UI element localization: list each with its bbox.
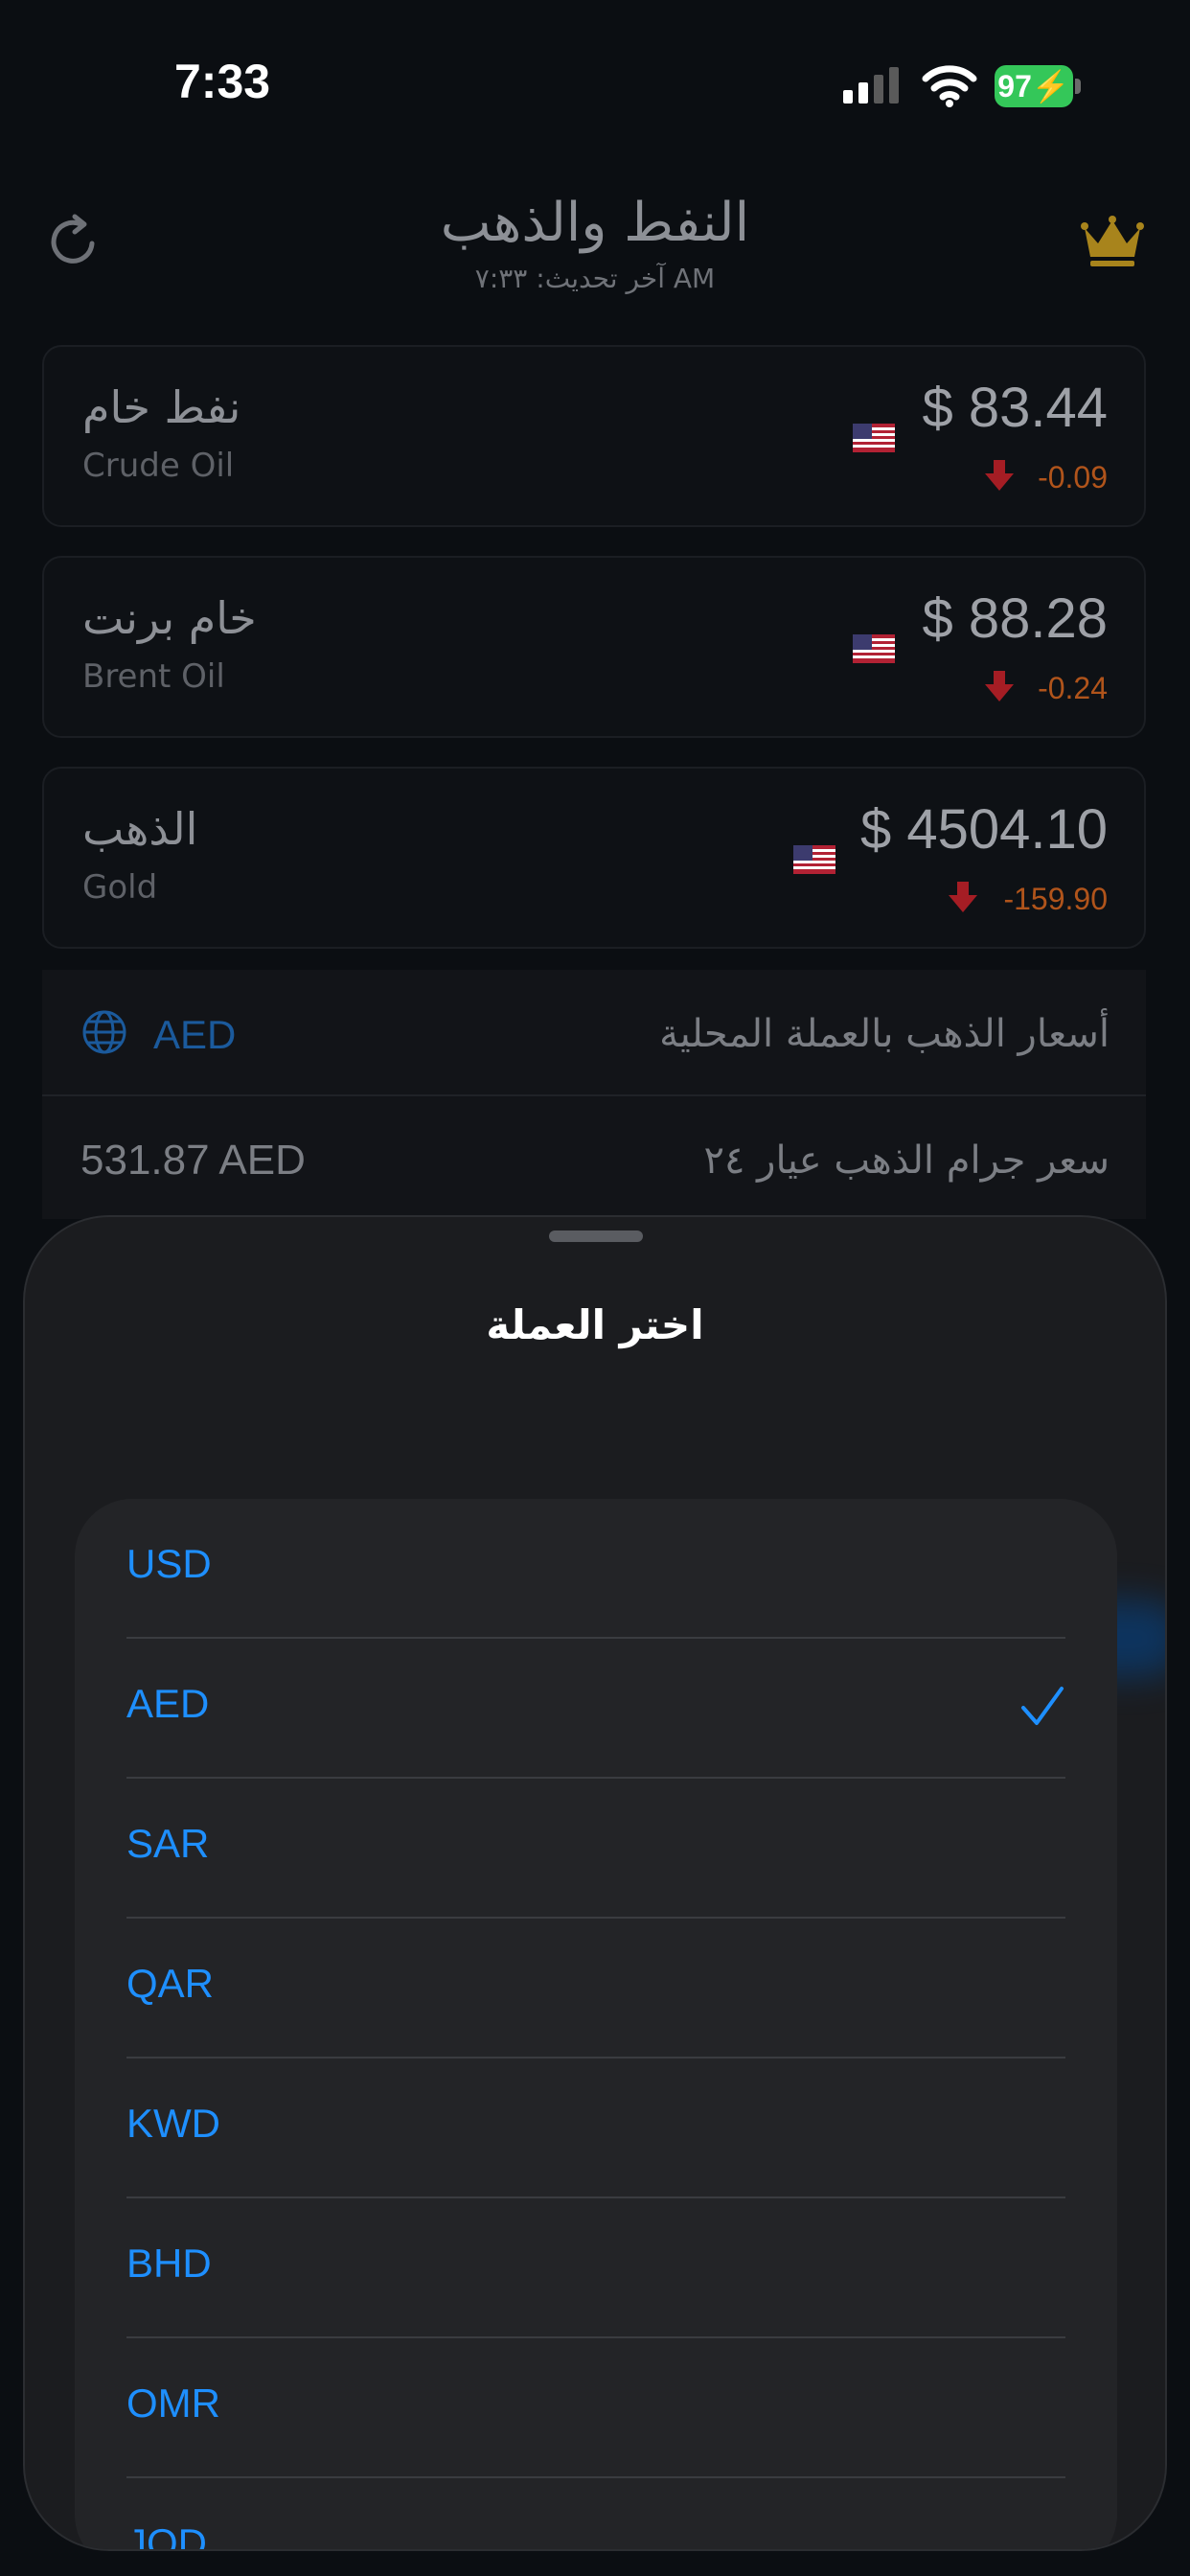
currency-code: USD [126,1541,212,1586]
commodity-arabic-name: الذهب [82,803,198,855]
currency-option-jod[interactable]: JOD [75,2478,1117,2551]
battery-level: 97 [997,68,1032,104]
commodity-change: -159.90 [1003,882,1108,916]
down-arrow-icon [985,671,1014,702]
commodity-card-brent-oil[interactable]: خام برنت Brent Oil $ 88.28 -0.24 [42,556,1146,738]
status-time: 7:33 [174,55,271,108]
currency-picker-sheet: اختر العملة USD AED SAR QAR KWD BHD OMR … [23,1215,1167,2551]
crown-icon[interactable] [1081,215,1144,268]
commodity-english-name: Crude Oil [82,447,235,485]
currency-code: SAR [126,1821,210,1866]
charging-icon: ⚡ [1031,69,1070,104]
currency-option-bhd[interactable]: BHD [75,2198,1117,2338]
wifi-icon [922,65,977,107]
battery-cap [1075,79,1081,94]
currency-option-qar[interactable]: QAR [75,1919,1117,2058]
us-flag-icon [853,634,895,663]
commodity-change: -0.24 [1038,671,1108,705]
checkmark-icon [1021,1687,1064,1725]
commodity-english-name: Brent Oil [82,657,225,696]
currency-option-sar[interactable]: SAR [75,1779,1117,1919]
page-title: النفط والذهب [440,192,750,254]
currency-option-aed[interactable]: AED [75,1639,1117,1779]
currency-selector-row[interactable]: AED أسعار الذهب بالعملة المحلية [42,970,1146,1094]
commodity-english-name: Gold [82,868,158,907]
currency-code: OMR [126,2380,220,2426]
currency-option-kwd[interactable]: KWD [75,2058,1117,2198]
status-bar: 7:33 97 ⚡ [0,0,1190,144]
currency-code: KWD [126,2101,220,2146]
currency-code: BHD [126,2241,212,2286]
battery-indicator: 97 ⚡ [995,65,1073,107]
currency-option-usd[interactable]: USD [75,1499,1117,1639]
down-arrow-icon [985,460,1014,491]
last-updated: آخر تحديث: ٧:٣٣ AM [474,263,716,294]
gold-gram-24k-row: 531.87 AED سعر جرام الذهب عيار ٢٤ [42,1094,1146,1219]
commodity-price: $ 83.44 [922,377,1108,439]
gold-gram-price: 531.87 AED [80,1137,306,1184]
sheet-title: اختر العملة [486,1301,704,1348]
local-gold-prices-section: AED أسعار الذهب بالعملة المحلية 531.87 A… [42,970,1146,1219]
commodity-arabic-name: نفط خام [82,381,241,433]
app-header: النفط والذهب آخر تحديث: ٧:٣٣ AM [0,172,1190,307]
currency-code: JOD [126,2520,207,2551]
cellular-signal-icon [843,67,899,104]
currency-list: USD AED SAR QAR KWD BHD OMR JOD [75,1499,1117,2551]
commodity-price: $ 88.28 [922,587,1108,650]
currency-option-omr[interactable]: OMR [75,2338,1117,2478]
selected-currency: AED [153,1012,237,1057]
us-flag-icon [853,424,895,452]
commodity-card-crude-oil[interactable]: نفط خام Crude Oil $ 83.44 -0.09 [42,345,1146,527]
commodity-price: $ 4504.10 [859,798,1108,861]
gold-gram-label: سعر جرام الذهب عيار ٢٤ [703,1138,1110,1183]
local-prices-label: أسعار الذهب بالعملة المحلية [659,1012,1110,1056]
commodity-arabic-name: خام برنت [82,592,257,644]
sheet-grabber[interactable] [549,1230,643,1242]
globe-icon [82,1010,126,1054]
commodity-card-gold[interactable]: الذهب Gold $ 4504.10 -159.90 [42,767,1146,949]
down-arrow-icon [949,882,977,912]
currency-code: AED [126,1681,210,1726]
currency-code: QAR [126,1961,215,2006]
commodity-change: -0.09 [1038,460,1108,494]
us-flag-icon [793,845,835,874]
